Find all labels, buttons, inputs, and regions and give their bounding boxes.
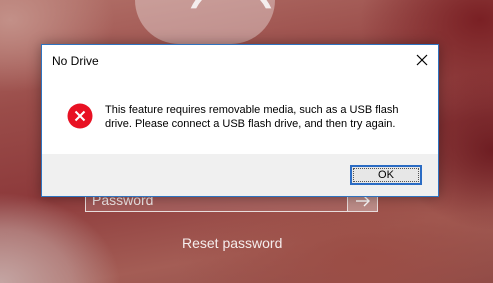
ok-button[interactable]: OK [350,165,422,185]
dialog-title: No Drive [52,54,99,68]
dialog-content: This feature requires removable media, s… [42,76,438,154]
dialog-footer: OK [42,154,438,196]
dialog-titlebar[interactable]: No Drive [42,45,438,76]
error-icon [67,103,93,129]
error-dialog: No Drive This feature requires removable… [41,44,439,197]
reset-password-link[interactable]: Reset password [182,235,282,251]
close-icon [416,54,428,66]
ok-focus-rect [353,168,419,182]
dialog-message: This feature requires removable media, s… [105,104,399,130]
close-button[interactable] [406,45,438,76]
